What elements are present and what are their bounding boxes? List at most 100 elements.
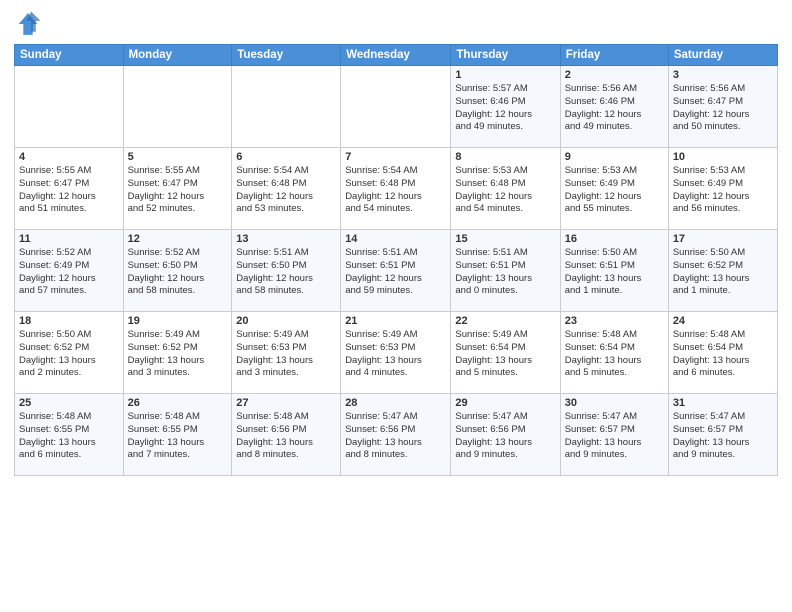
day-number: 21: [345, 315, 446, 327]
day-number: 19: [128, 315, 228, 327]
weekday-header: Friday: [560, 45, 668, 66]
calendar-cell: 7 Sunrise: 5:54 AM Sunset: 6:48 PM Daylig…: [341, 148, 451, 230]
day-number: 30: [565, 397, 664, 409]
day-number: 2: [565, 69, 664, 81]
day-number: 8: [455, 151, 555, 163]
calendar-cell: 30 Sunrise: 5:47 AM Sunset: 6:57 PM Dayli…: [560, 394, 668, 476]
day-info: Sunrise: 5:50 AM Sunset: 6:52 PM Dayligh…: [673, 247, 773, 298]
day-info: Sunrise: 5:53 AM Sunset: 6:48 PM Dayligh…: [455, 165, 555, 216]
day-number: 17: [673, 233, 773, 245]
day-number: 6: [236, 151, 336, 163]
day-info: Sunrise: 5:48 AM Sunset: 6:55 PM Dayligh…: [128, 411, 228, 462]
day-info: Sunrise: 5:48 AM Sunset: 6:55 PM Dayligh…: [19, 411, 119, 462]
calendar-cell: 19Sunrise: 5:49 AM Sunset: 6:52 PM Dayli…: [123, 312, 232, 394]
day-info: Sunrise: 5:52 AM Sunset: 6:50 PM Dayligh…: [128, 247, 228, 298]
calendar-cell: 16 Sunrise: 5:50 AM Sunset: 6:51 PM Dayli…: [560, 230, 668, 312]
calendar-cell: 23 Sunrise: 5:48 AM Sunset: 6:54 PM Dayli…: [560, 312, 668, 394]
day-number: 14: [345, 233, 446, 245]
day-info: Sunrise: 5:56 AM Sunset: 6:47 PM Dayligh…: [673, 83, 773, 134]
day-number: 3: [673, 69, 773, 81]
day-number: 1: [455, 69, 555, 81]
calendar-cell: 31 Sunrise: 5:47 AM Sunset: 6:57 PM Dayli…: [668, 394, 777, 476]
day-info: Sunrise: 5:55 AM Sunset: 6:47 PM Dayligh…: [19, 165, 119, 216]
day-number: 13: [236, 233, 336, 245]
day-info: Sunrise: 5:57 AM Sunset: 6:46 PM Dayligh…: [455, 83, 555, 134]
calendar-cell: 14 Sunrise: 5:51 AM Sunset: 6:51 PM Dayli…: [341, 230, 451, 312]
calendar-week-row: 18Sunrise: 5:50 AM Sunset: 6:52 PM Dayli…: [15, 312, 778, 394]
weekday-header: Monday: [123, 45, 232, 66]
calendar-cell: 6 Sunrise: 5:54 AM Sunset: 6:48 PM Daylig…: [232, 148, 341, 230]
day-info: Sunrise: 5:53 AM Sunset: 6:49 PM Dayligh…: [673, 165, 773, 216]
calendar-cell: 28Sunrise: 5:47 AM Sunset: 6:56 PM Dayli…: [341, 394, 451, 476]
calendar-cell: 27 Sunrise: 5:48 AM Sunset: 6:56 PM Dayli…: [232, 394, 341, 476]
weekday-header: Tuesday: [232, 45, 341, 66]
day-number: 31: [673, 397, 773, 409]
day-info: Sunrise: 5:48 AM Sunset: 6:54 PM Dayligh…: [673, 329, 773, 380]
day-info: Sunrise: 5:50 AM Sunset: 6:51 PM Dayligh…: [565, 247, 664, 298]
calendar-week-row: 1 Sunrise: 5:57 AM Sunset: 6:46 PM Daylig…: [15, 66, 778, 148]
day-info: Sunrise: 5:53 AM Sunset: 6:49 PM Dayligh…: [565, 165, 664, 216]
day-info: Sunrise: 5:48 AM Sunset: 6:56 PM Dayligh…: [236, 411, 336, 462]
day-info: Sunrise: 5:48 AM Sunset: 6:54 PM Dayligh…: [565, 329, 664, 380]
calendar-cell: 12 Sunrise: 5:52 AM Sunset: 6:50 PM Dayli…: [123, 230, 232, 312]
weekday-header: Thursday: [451, 45, 560, 66]
day-info: Sunrise: 5:54 AM Sunset: 6:48 PM Dayligh…: [236, 165, 336, 216]
calendar-cell: 18Sunrise: 5:50 AM Sunset: 6:52 PM Dayli…: [15, 312, 124, 394]
logo: [14, 10, 46, 38]
calendar-cell: 1 Sunrise: 5:57 AM Sunset: 6:46 PM Daylig…: [451, 66, 560, 148]
day-info: Sunrise: 5:47 AM Sunset: 6:57 PM Dayligh…: [673, 411, 773, 462]
day-number: 29: [455, 397, 555, 409]
calendar-cell: 21Sunrise: 5:49 AM Sunset: 6:53 PM Dayli…: [341, 312, 451, 394]
calendar-cell: 9Sunrise: 5:53 AM Sunset: 6:49 PM Daylig…: [560, 148, 668, 230]
day-info: Sunrise: 5:56 AM Sunset: 6:46 PM Dayligh…: [565, 83, 664, 134]
day-number: 24: [673, 315, 773, 327]
calendar-table: SundayMondayTuesdayWednesdayThursdayFrid…: [14, 44, 778, 476]
calendar-week-row: 4 Sunrise: 5:55 AM Sunset: 6:47 PM Daylig…: [15, 148, 778, 230]
day-number: 11: [19, 233, 119, 245]
day-info: Sunrise: 5:51 AM Sunset: 6:50 PM Dayligh…: [236, 247, 336, 298]
calendar-week-row: 25Sunrise: 5:48 AM Sunset: 6:55 PM Dayli…: [15, 394, 778, 476]
day-info: Sunrise: 5:47 AM Sunset: 6:57 PM Dayligh…: [565, 411, 664, 462]
calendar-cell: [232, 66, 341, 148]
day-info: Sunrise: 5:51 AM Sunset: 6:51 PM Dayligh…: [345, 247, 446, 298]
day-number: 18: [19, 315, 119, 327]
calendar-cell: 17 Sunrise: 5:50 AM Sunset: 6:52 PM Dayli…: [668, 230, 777, 312]
page-header: [14, 10, 778, 38]
day-number: 5: [128, 151, 228, 163]
calendar-cell: 26Sunrise: 5:48 AM Sunset: 6:55 PM Dayli…: [123, 394, 232, 476]
calendar-cell: 29 Sunrise: 5:47 AM Sunset: 6:56 PM Dayli…: [451, 394, 560, 476]
day-number: 23: [565, 315, 664, 327]
calendar-cell: 20 Sunrise: 5:49 AM Sunset: 6:53 PM Dayli…: [232, 312, 341, 394]
day-number: 7: [345, 151, 446, 163]
weekday-header: Saturday: [668, 45, 777, 66]
day-info: Sunrise: 5:55 AM Sunset: 6:47 PM Dayligh…: [128, 165, 228, 216]
calendar-cell: 10 Sunrise: 5:53 AM Sunset: 6:49 PM Dayli…: [668, 148, 777, 230]
calendar-cell: 25Sunrise: 5:48 AM Sunset: 6:55 PM Dayli…: [15, 394, 124, 476]
day-info: Sunrise: 5:49 AM Sunset: 6:54 PM Dayligh…: [455, 329, 555, 380]
day-info: Sunrise: 5:52 AM Sunset: 6:49 PM Dayligh…: [19, 247, 119, 298]
calendar-cell: 13 Sunrise: 5:51 AM Sunset: 6:50 PM Dayli…: [232, 230, 341, 312]
day-number: 16: [565, 233, 664, 245]
day-info: Sunrise: 5:49 AM Sunset: 6:53 PM Dayligh…: [236, 329, 336, 380]
calendar-cell: [15, 66, 124, 148]
day-info: Sunrise: 5:47 AM Sunset: 6:56 PM Dayligh…: [345, 411, 446, 462]
day-number: 27: [236, 397, 336, 409]
calendar-cell: 22 Sunrise: 5:49 AM Sunset: 6:54 PM Dayli…: [451, 312, 560, 394]
calendar-cell: 15Sunrise: 5:51 AM Sunset: 6:51 PM Dayli…: [451, 230, 560, 312]
calendar-cell: 4 Sunrise: 5:55 AM Sunset: 6:47 PM Daylig…: [15, 148, 124, 230]
calendar-cell: [341, 66, 451, 148]
page-container: SundayMondayTuesdayWednesdayThursdayFrid…: [0, 0, 792, 612]
calendar-cell: 11 Sunrise: 5:52 AM Sunset: 6:49 PM Dayli…: [15, 230, 124, 312]
day-info: Sunrise: 5:54 AM Sunset: 6:48 PM Dayligh…: [345, 165, 446, 216]
calendar-cell: 3 Sunrise: 5:56 AM Sunset: 6:47 PM Daylig…: [668, 66, 777, 148]
day-number: 4: [19, 151, 119, 163]
day-info: Sunrise: 5:51 AM Sunset: 6:51 PM Dayligh…: [455, 247, 555, 298]
day-number: 22: [455, 315, 555, 327]
day-number: 10: [673, 151, 773, 163]
calendar-cell: [123, 66, 232, 148]
day-number: 20: [236, 315, 336, 327]
calendar-week-row: 11 Sunrise: 5:52 AM Sunset: 6:49 PM Dayli…: [15, 230, 778, 312]
day-info: Sunrise: 5:47 AM Sunset: 6:56 PM Dayligh…: [455, 411, 555, 462]
day-number: 12: [128, 233, 228, 245]
logo-icon: [14, 10, 42, 38]
